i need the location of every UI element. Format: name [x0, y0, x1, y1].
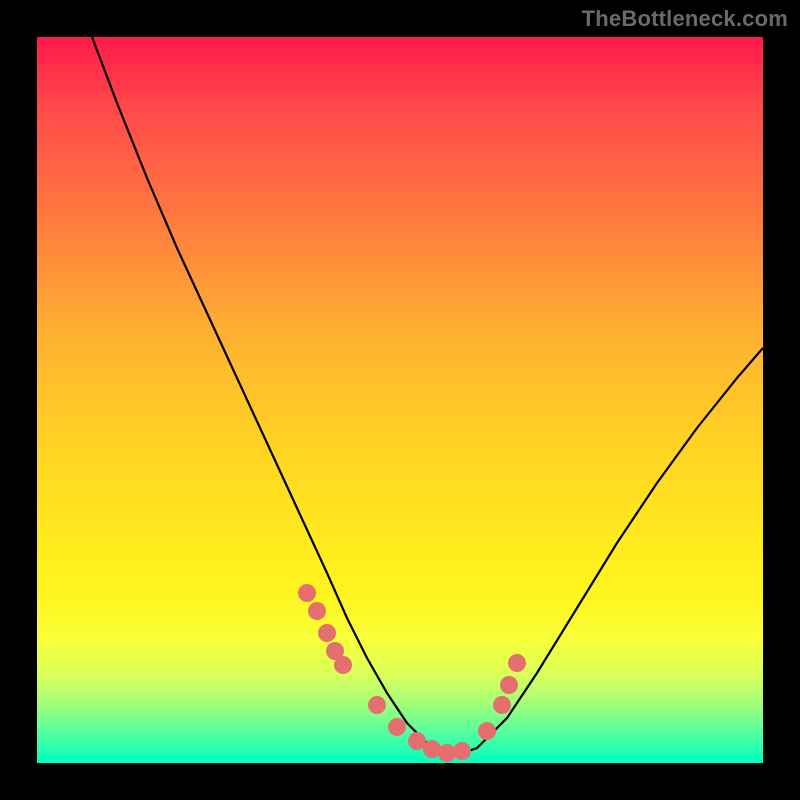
marker-dot	[453, 742, 471, 760]
chart-svg	[37, 37, 763, 763]
watermark-label: TheBottleneck.com	[582, 6, 788, 32]
marker-dot	[334, 656, 352, 674]
chart-frame: TheBottleneck.com	[0, 0, 800, 800]
marker-dot	[508, 654, 526, 672]
marker-dot	[368, 696, 386, 714]
marker-dot	[388, 718, 406, 736]
marker-dot	[478, 722, 496, 740]
marker-dot	[308, 602, 326, 620]
bottleneck-curve	[92, 37, 763, 755]
marker-dot	[493, 696, 511, 714]
marker-dot	[318, 624, 336, 642]
plot-area	[37, 37, 763, 763]
marker-dot	[500, 676, 518, 694]
marker-dots-group	[298, 584, 526, 762]
marker-dot	[298, 584, 316, 602]
